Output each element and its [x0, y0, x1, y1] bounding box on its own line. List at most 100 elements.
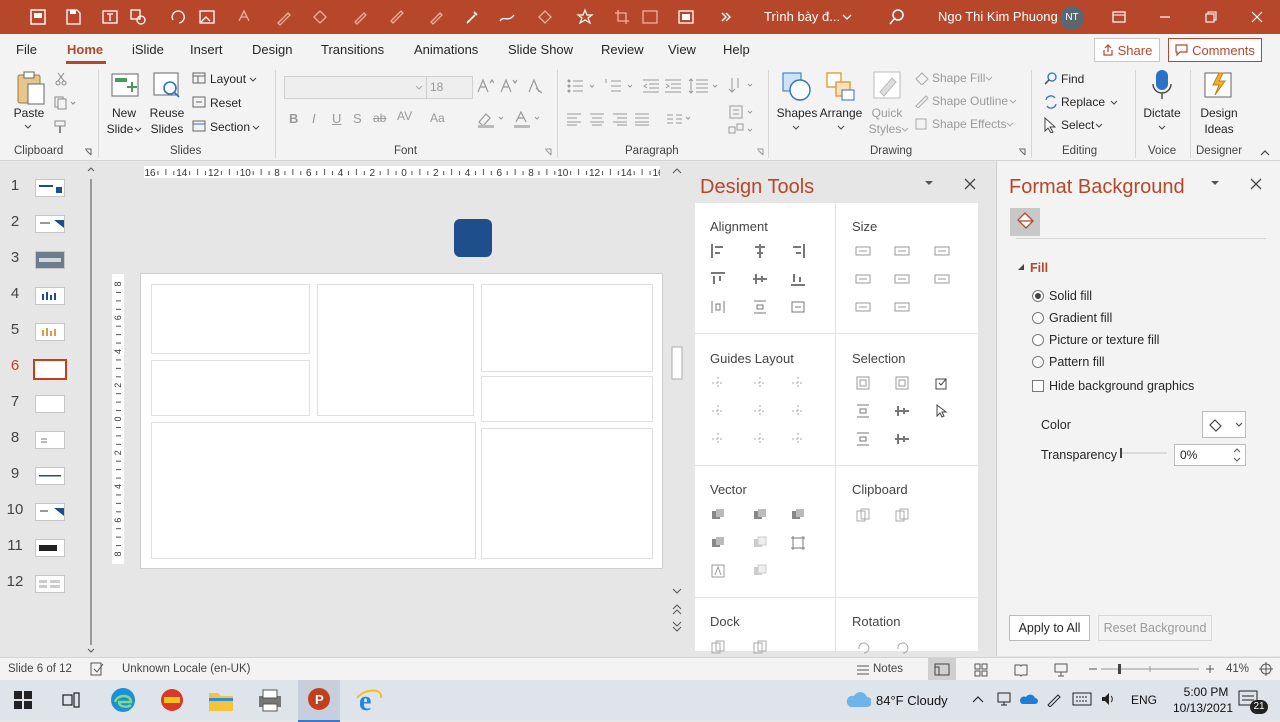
align-center-icon[interactable]	[589, 112, 605, 126]
slide-thumbnail-number[interactable]: 7	[4, 393, 26, 410]
design-ideas-label-2[interactable]: Ideas	[1196, 122, 1242, 137]
image-edit-icon[interactable]	[640, 7, 660, 27]
select-button[interactable]: Select	[1061, 118, 1094, 132]
font-name-input[interactable]	[284, 76, 428, 99]
app-menu-icon[interactable]	[28, 7, 48, 27]
collapse-ribbon-icon[interactable]	[1260, 150, 1270, 156]
align-left-icon[interactable]	[566, 112, 582, 126]
select-cursor-icon[interactable]	[1044, 117, 1056, 133]
tab-slide-show[interactable]: Slide Show	[508, 42, 573, 57]
increase-indent-icon[interactable]	[664, 78, 682, 94]
replace-button[interactable]: Replace	[1061, 95, 1105, 109]
bottom-size-icon[interactable]	[894, 299, 910, 315]
shape-outline-button[interactable]: Shape Outline	[932, 94, 1008, 108]
chevron-down-icon[interactable]	[249, 77, 257, 83]
slide-thumbnail[interactable]	[35, 179, 65, 197]
keyboard-icon[interactable]	[1072, 692, 1092, 706]
dialog-launcher-icon[interactable]	[84, 148, 92, 156]
shape-fill-icon[interactable]	[914, 71, 930, 85]
tab-islide[interactable]: iSlide	[132, 42, 164, 57]
layout-icon[interactable]	[192, 72, 206, 84]
slide-canvas[interactable]	[140, 273, 663, 569]
fragment-icon[interactable]	[790, 507, 806, 523]
guide-center-icon[interactable]	[752, 375, 768, 391]
redo-icon[interactable]	[168, 7, 188, 27]
normal-view-icon[interactable]	[928, 658, 956, 681]
tab-home[interactable]: Home	[67, 42, 103, 57]
slide-sorter-icon[interactable]	[974, 663, 988, 677]
slide-thumbnail-number[interactable]: 8	[4, 429, 26, 446]
chevron-down-icon[interactable]	[1158, 125, 1166, 131]
chevron-down-icon[interactable]	[252, 125, 260, 131]
reset-button[interactable]: Reset	[210, 96, 241, 110]
quick-styles-label-2[interactable]: Styles	[864, 122, 906, 137]
blue-rounded-shape[interactable]	[454, 219, 492, 257]
share-button[interactable]: Share	[1094, 38, 1160, 62]
increase-font-icon[interactable]	[476, 78, 494, 94]
character-spacing-icon[interactable]: AV	[397, 109, 412, 123]
dialog-launcher-icon[interactable]	[1018, 148, 1026, 156]
align-center-tool-icon[interactable]	[752, 243, 768, 259]
apply-to-all-button[interactable]: Apply to All	[1009, 615, 1090, 641]
top-size-icon[interactable]	[855, 299, 871, 315]
dictate-button[interactable]: Dictate	[1140, 106, 1184, 121]
frame-tool-icon[interactable]	[790, 535, 806, 551]
tab-help[interactable]: Help	[723, 42, 750, 57]
design-ideas-icon[interactable]	[1203, 69, 1235, 101]
reuse-slides-label-2[interactable]: Slides	[147, 122, 187, 137]
save-icon[interactable]	[63, 7, 83, 27]
fit-to-window-icon[interactable]	[1259, 662, 1273, 676]
slide-thumbnail-number[interactable]: 9	[4, 465, 26, 482]
font-color-qa-icon[interactable]	[234, 7, 254, 27]
design-ideas-label-1[interactable]: Design	[1196, 106, 1242, 121]
highlighter-icon[interactable]	[350, 7, 370, 27]
quick-styles-icon[interactable]	[872, 70, 904, 102]
copy-icon[interactable]	[54, 96, 76, 110]
printer-app-icon[interactable]	[256, 687, 284, 713]
dock-right-icon[interactable]	[752, 639, 768, 655]
placeholder-box[interactable]	[481, 428, 653, 559]
tab-design[interactable]: Design	[252, 42, 292, 57]
replace-icon[interactable]	[1043, 94, 1059, 110]
microphone-icon[interactable]	[1150, 68, 1174, 102]
chevron-down-icon[interactable]	[415, 85, 423, 91]
chevron-down-icon[interactable]	[1095, 123, 1103, 129]
notes-icon[interactable]	[856, 663, 870, 675]
eraser-icon[interactable]	[426, 7, 446, 27]
thumbnails-scrollbar[interactable]	[86, 165, 96, 655]
clear-formatting-icon[interactable]	[527, 78, 545, 94]
chevron-down-icon[interactable]	[792, 125, 800, 131]
slide-thumbnail[interactable]	[35, 467, 65, 485]
slide-thumbnail[interactable]	[35, 395, 65, 413]
network-icon[interactable]	[996, 691, 1012, 707]
slide-thumbnail[interactable]	[35, 431, 65, 449]
underline-icon[interactable]: U	[332, 111, 341, 126]
guide-left-icon[interactable]	[710, 375, 726, 391]
change-case-icon[interactable]: Aa	[430, 111, 445, 125]
same-width-icon[interactable]	[855, 243, 871, 259]
select-top-icon[interactable]	[855, 403, 871, 419]
hide-graphics-label[interactable]: Hide background graphics	[1049, 379, 1194, 393]
volume-icon[interactable]	[1100, 691, 1116, 707]
fill-option-label[interactable]: Gradient fill	[1049, 311, 1112, 325]
zoom-level[interactable]: 41%	[1226, 663, 1249, 675]
select-mixed-icon[interactable]	[894, 431, 910, 447]
paste-format-icon[interactable]	[894, 507, 910, 523]
comments-button[interactable]: Comments	[1168, 38, 1262, 62]
tab-view[interactable]: View	[668, 42, 696, 57]
new-slide-icon[interactable]	[110, 70, 140, 100]
file-explorer-icon[interactable]	[207, 687, 235, 713]
numbering-icon[interactable]	[604, 78, 640, 94]
find-icon[interactable]	[1044, 71, 1058, 85]
windows-start-icon[interactable]	[14, 691, 32, 709]
notes-button[interactable]: Notes	[873, 663, 903, 675]
ribbon-display-icon[interactable]	[1096, 0, 1142, 34]
guide-top-icon[interactable]	[710, 403, 726, 419]
more-commands-icon[interactable]	[716, 7, 736, 27]
fill-option-label[interactable]: Solid fill	[1049, 289, 1092, 303]
distribute-icon[interactable]	[790, 299, 806, 315]
select-all-icon[interactable]	[934, 375, 950, 391]
copy-format-icon[interactable]	[855, 507, 871, 523]
new-slide-label-1[interactable]: New	[104, 106, 144, 121]
guide-right-icon[interactable]	[790, 375, 806, 391]
